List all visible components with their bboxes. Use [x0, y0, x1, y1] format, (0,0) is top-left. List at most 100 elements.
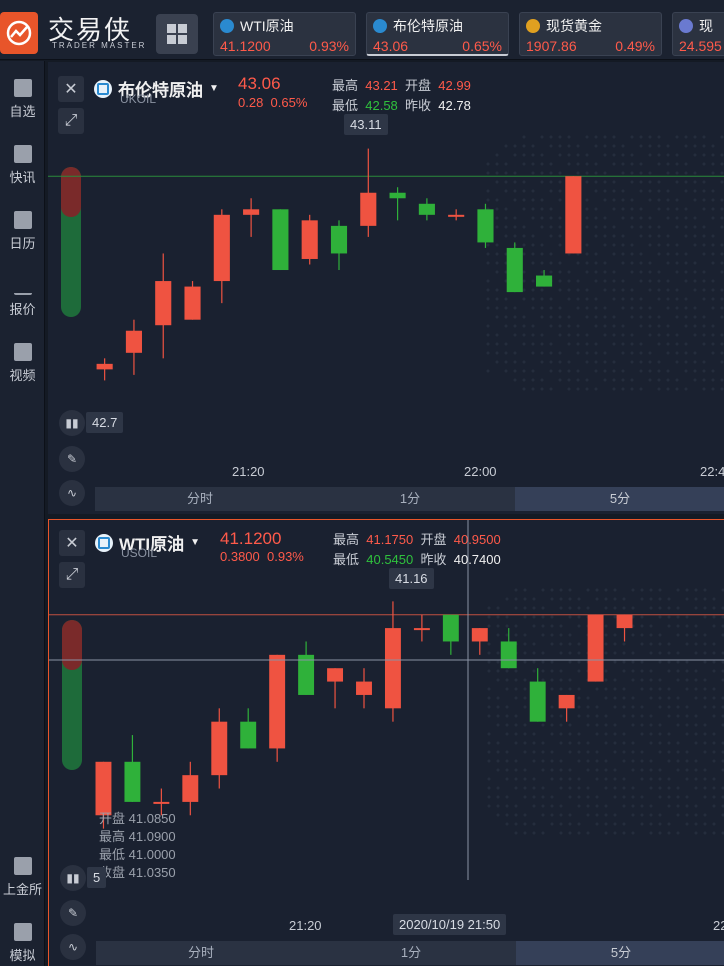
calendar-icon	[13, 211, 32, 229]
candle-body	[95, 761, 112, 816]
hover-ohlc-box: 开盘 41.0850 最高 41.0900 最低 41.0000 收盘 41.0…	[99, 810, 176, 882]
candle	[448, 209, 465, 221]
candle-body	[616, 614, 633, 629]
sge-icon	[13, 857, 32, 875]
low-label: 最低	[333, 552, 360, 567]
hover-high-label: 最高	[99, 829, 126, 844]
candle-body	[442, 614, 459, 642]
candle	[269, 654, 286, 762]
candle-body	[272, 209, 289, 271]
hover-open-label: 开盘	[99, 811, 126, 826]
brand-subtitle: TRADER MASTER	[52, 41, 147, 50]
sidebar-item-quote[interactable]: 报价	[0, 277, 45, 318]
pencil-icon[interactable]: ✎	[59, 446, 85, 472]
ticker-name: 布伦特原油	[393, 18, 463, 34]
candle	[298, 641, 315, 695]
candle-body	[389, 192, 406, 199]
close-icon[interactable]: ✕	[59, 530, 85, 556]
sidebar-item-label: 视频	[9, 368, 36, 383]
ticker-change: 0.49%	[615, 38, 655, 54]
tab-5min[interactable]: 5分	[516, 941, 724, 965]
tab-1min[interactable]: 1分	[305, 487, 515, 511]
tab-1min[interactable]: 1分	[306, 941, 516, 965]
top-bar: 交易侠 TRADER MASTER WTI原油 41.1200 0.93% 布伦特…	[0, 0, 724, 60]
map-dots	[487, 588, 724, 835]
ticker-price: 24.595	[679, 38, 722, 54]
candle	[558, 694, 575, 722]
candle	[565, 176, 582, 254]
high-value: 43.21	[365, 78, 398, 93]
candlestick-chart-wti[interactable]	[49, 520, 724, 966]
candle-body	[536, 275, 553, 287]
change-abs: 0.28	[238, 95, 264, 110]
ticker-name: 现货黄金	[546, 18, 602, 34]
candle-body	[240, 721, 257, 749]
tab-timeshare[interactable]: 分时	[95, 487, 305, 511]
last-price: 41.1200	[220, 529, 282, 548]
high-label: 最高	[333, 532, 360, 547]
ticker-price: 41.1200	[220, 38, 271, 54]
crosshair-time-label: 2020/10/19 21:50	[393, 914, 507, 935]
sidebar-item-simulate[interactable]: 模拟	[0, 923, 45, 964]
period-tabs: 分时 1分 5分	[95, 487, 724, 511]
hover-low-label: 最低	[99, 847, 126, 862]
ticker-card-brent[interactable]: 布伦特原油 43.06 0.65%	[366, 12, 509, 56]
expand-icon[interactable]: ⤢	[58, 108, 84, 134]
ohlc-high-open: 最高 43.21 开盘 42.99	[332, 75, 471, 94]
sidebar-item-watchlist[interactable]: 自选	[0, 79, 45, 120]
high-value: 41.1750	[366, 532, 414, 547]
brent-icon	[373, 19, 387, 33]
candle-body	[124, 761, 141, 802]
hover-high: 41.0900	[128, 829, 176, 844]
candle	[413, 614, 430, 642]
candle-body	[301, 220, 318, 259]
candle-body	[269, 654, 286, 749]
candle-body	[384, 628, 401, 709]
sidebar-item-news[interactable]: 快讯	[0, 145, 45, 186]
sidebar-item-calendar[interactable]: 日历	[0, 211, 45, 252]
prev-value: 40.7400	[453, 552, 501, 567]
candle	[301, 214, 318, 265]
candle	[616, 614, 633, 642]
candle	[327, 668, 344, 709]
candle-body	[125, 330, 142, 353]
candle	[124, 735, 141, 802]
ticker-card-gold[interactable]: 现货黄金 1907.86 0.49%	[519, 12, 662, 56]
candle-body	[155, 281, 172, 326]
indicator-icon[interactable]: ∿	[60, 934, 86, 960]
tab-5min[interactable]: 5分	[515, 487, 724, 511]
sidebar-item-sge[interactable]: 上金所	[0, 857, 45, 898]
candle-type-icon[interactable]: ▮▮	[59, 410, 85, 436]
candle	[211, 708, 228, 789]
symbol-code: USOIL	[121, 546, 158, 560]
expand-icon[interactable]: ⤢	[59, 562, 85, 588]
gold-icon	[526, 19, 540, 33]
chevron-down-icon: ▼	[209, 83, 219, 94]
video-icon	[13, 343, 32, 361]
wti-icon	[220, 19, 234, 33]
candle-type-icon[interactable]: ▮▮	[60, 865, 86, 891]
candle	[96, 358, 113, 381]
candle-body	[558, 694, 575, 709]
candle	[587, 614, 604, 682]
ticker-card-silver[interactable]: 现 24.595	[672, 12, 724, 56]
high-label: 最高	[332, 78, 359, 93]
sidebar-item-label: 模拟	[9, 948, 36, 963]
open-value: 42.99	[438, 78, 471, 93]
ticker-name: WTI原油	[240, 18, 294, 34]
ticker-card-wti[interactable]: WTI原油 41.1200 0.93%	[213, 12, 356, 56]
ticker-change: 0.93%	[309, 38, 349, 54]
symbol-selector[interactable]: 布伦特原油 ▼	[94, 76, 219, 101]
layout-grid-button[interactable]	[156, 14, 198, 54]
candle	[360, 148, 377, 237]
time-label: 22:4	[700, 464, 724, 479]
ohlc-low-prev: 最低 42.58 昨收 42.78	[332, 95, 471, 114]
candle-body	[500, 641, 517, 669]
tab-timeshare[interactable]: 分时	[96, 941, 306, 965]
sidebar-item-label: 自选	[9, 104, 36, 119]
indicator-icon[interactable]: ∿	[59, 480, 85, 506]
sidebar-item-video[interactable]: 视频	[0, 343, 45, 384]
pencil-icon[interactable]: ✎	[60, 900, 86, 926]
close-icon[interactable]: ✕	[58, 76, 84, 102]
hover-open: 41.0850	[128, 811, 176, 826]
